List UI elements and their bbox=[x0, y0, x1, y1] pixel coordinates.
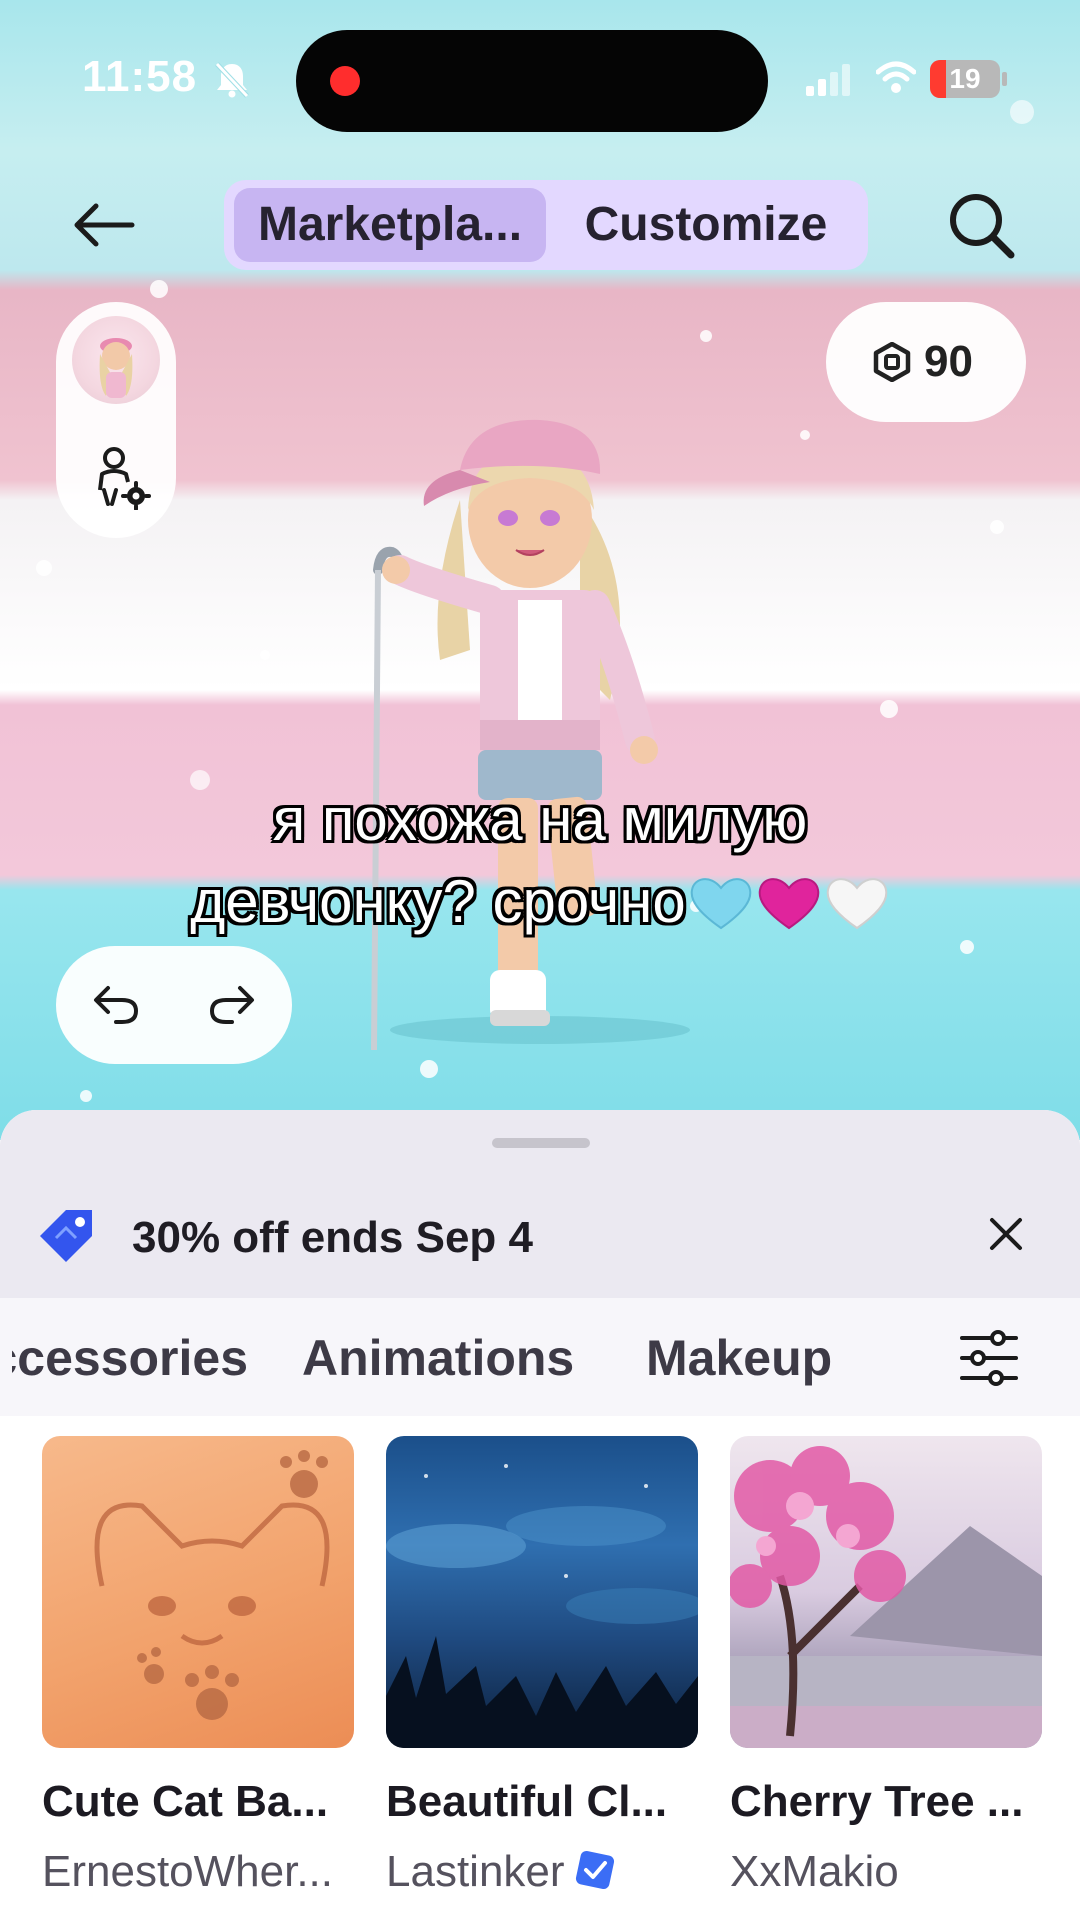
item-creator[interactable]: XxMakio bbox=[730, 1844, 1060, 1900]
tab-makeup[interactable]: Makeup bbox=[646, 1320, 832, 1396]
recording-indicator-icon bbox=[330, 66, 360, 96]
cat-pattern-thumbnail bbox=[94, 1450, 330, 1720]
item-title[interactable]: Beautiful Cl... bbox=[386, 1774, 716, 1830]
wifi-icon bbox=[876, 61, 916, 93]
cellular-signal-icon bbox=[806, 64, 850, 96]
video-caption-line-2: девчонку? срочно bbox=[80, 862, 1000, 942]
caption-line-2-text: девчонку? срочно bbox=[190, 868, 686, 935]
night-sky-thumbnail bbox=[386, 1464, 698, 1748]
tab-animations[interactable]: Animations bbox=[302, 1320, 574, 1396]
undo-icon[interactable] bbox=[92, 982, 140, 1026]
back-arrow-icon[interactable] bbox=[72, 200, 136, 250]
redo-icon[interactable] bbox=[208, 982, 256, 1026]
promo-text: 30% off ends Sep 4 bbox=[132, 1213, 534, 1262]
verified-badge-icon bbox=[575, 1850, 614, 1890]
item-title[interactable]: Cherry Tree ... bbox=[730, 1774, 1060, 1830]
light-blue-heart-icon bbox=[690, 878, 752, 930]
tab-customize[interactable]: Customize bbox=[556, 180, 856, 270]
battery-indicator: 19 bbox=[930, 60, 1000, 98]
cherry-tree-thumbnail bbox=[730, 1446, 1042, 1748]
item-thumbnail-beautiful-clouds[interactable] bbox=[386, 1436, 698, 1748]
pink-heart-icon bbox=[758, 878, 820, 930]
avatar-settings-icon[interactable] bbox=[92, 446, 152, 510]
battery-cap bbox=[1002, 72, 1007, 86]
filter-sliders-icon[interactable] bbox=[958, 1328, 1020, 1388]
robux-balance: 90 bbox=[924, 337, 973, 386]
battery-level: 19 bbox=[949, 63, 981, 94]
status-time: 11:58 bbox=[82, 52, 198, 101]
close-icon[interactable] bbox=[988, 1216, 1024, 1252]
tab-marketplace[interactable]: Marketpla... bbox=[234, 180, 546, 270]
marketplace-bottom-sheet: 30% off ends Sep 4 Accessories Animation… bbox=[0, 1110, 1080, 1920]
price-tag-icon bbox=[40, 1210, 92, 1262]
item-thumbnail-cherry-tree[interactable] bbox=[730, 1436, 1042, 1748]
item-title[interactable]: Cute Cat Ba... bbox=[42, 1774, 372, 1830]
robux-icon bbox=[873, 342, 911, 382]
silent-bell-icon bbox=[215, 62, 249, 98]
item-creator-name[interactable]: Lastinker bbox=[386, 1847, 565, 1896]
sheet-drag-handle[interactable] bbox=[492, 1138, 590, 1148]
search-icon[interactable] bbox=[946, 190, 1016, 260]
item-thumbnail-cute-cat[interactable] bbox=[42, 1436, 354, 1748]
video-caption-line-1: я похожа на милую bbox=[272, 786, 808, 853]
dynamic-island bbox=[296, 30, 768, 132]
avatar-headshot-icon bbox=[99, 338, 133, 398]
item-creator[interactable]: ErnestoWher... bbox=[42, 1844, 372, 1900]
tab-accessories[interactable]: Accessories bbox=[12, 1320, 248, 1396]
item-creator[interactable]: Lastinker bbox=[386, 1844, 716, 1900]
white-heart-icon bbox=[826, 878, 888, 930]
avatar-character[interactable] bbox=[340, 410, 720, 1090]
avatar-thumbnail[interactable] bbox=[72, 316, 160, 404]
tab-accessories-label: Accessories bbox=[12, 1330, 248, 1386]
